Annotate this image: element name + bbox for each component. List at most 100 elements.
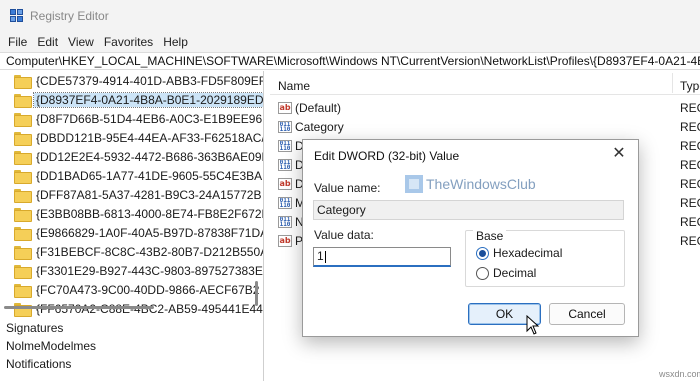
- menu-edit[interactable]: Edit: [32, 35, 63, 49]
- list-item[interactable]: 011110 Category REG: [278, 117, 700, 136]
- radio-hexadecimal[interactable]: Hexadecimal: [476, 246, 562, 260]
- base-legend: Base: [473, 229, 507, 243]
- mouse-pointer-icon: [526, 315, 540, 335]
- tree-item-label: {DBDD121B-95E4-44EA-AF33-F62518AC/: [36, 130, 264, 145]
- tree-item[interactable]: {F31BEBCF-8C8C-43B2-80B7-D212B550A: [14, 242, 264, 261]
- scrollbar-thumb[interactable]: [4, 306, 154, 309]
- binary-value-icon: 011 110: [278, 158, 292, 171]
- folder-icon: [14, 188, 32, 203]
- radio-decimal-label: Decimal: [493, 266, 537, 280]
- value-type: REG: [680, 195, 700, 210]
- tree-item-label: Notifications: [6, 356, 72, 371]
- tree-item-label: {DD1BAD65-1A77-41DE-9605-55C4E3BA: [36, 168, 263, 183]
- tree-item[interactable]: {DFF87A81-5A37-4281-B9C3-24A15772B: [14, 185, 263, 204]
- tree-item-label: {F3301E29-B927-443C-9803-897527383E: [36, 263, 263, 278]
- close-icon[interactable]: ✕: [608, 144, 630, 164]
- value-type: REG: [680, 100, 700, 115]
- menu-help[interactable]: Help: [158, 35, 193, 49]
- tree-item[interactable]: {E9866829-1A0F-40A5-B97D-87838F71DA: [14, 223, 264, 242]
- value-name: Category: [295, 119, 344, 134]
- value-type: REG: [680, 138, 700, 153]
- value-data-label: Value data:: [314, 228, 374, 242]
- tree-item[interactable]: {DD12E2E4-5932-4472-B686-363B6AE09E: [14, 147, 264, 166]
- tree-item-label: {D8937EF4-0A21-4B8A-B0E1-2029189ED: [32, 91, 264, 108]
- base-group: Base Hexadecimal Decimal: [465, 229, 625, 287]
- value-type: REG: [680, 233, 700, 248]
- tree-item[interactable]: {FC70A473-9C00-40DD-9866-AECF67B2: [14, 280, 261, 299]
- value-name-field: Category: [313, 200, 624, 220]
- value-data-input[interactable]: 1: [313, 247, 451, 267]
- window-title: Registry Editor: [30, 9, 109, 23]
- registry-editor-icon: [10, 9, 24, 23]
- tree-vertical-scrollbar[interactable]: [251, 71, 263, 311]
- tree-item-label: {D8F7D66B-51D4-4EB6-A0C3-E1B9EE96E: [36, 111, 264, 126]
- string-value-icon: ab: [278, 101, 292, 114]
- column-header-name[interactable]: Name: [278, 79, 310, 93]
- tree-item-label: {DD12E2E4-5932-4472-B686-363B6AE09E: [36, 149, 264, 164]
- scrollbar-thumb[interactable]: [255, 281, 258, 306]
- binary-value-icon: 011 110: [278, 139, 292, 152]
- value-data-text: 1: [317, 249, 324, 263]
- key-tree: {CDE57379-4914-401D-ABB3-FD5F809EF {D893…: [0, 71, 264, 381]
- tree-item-label: {CDE57379-4914-401D-ABB3-FD5F809EF: [36, 73, 264, 88]
- value-name-label: Value name:: [314, 181, 381, 195]
- value-type: REG: [680, 176, 700, 191]
- folder-icon: [14, 283, 32, 298]
- tree-horizontal-scrollbar[interactable]: [0, 303, 251, 311]
- watermark-logo-icon: [405, 175, 423, 193]
- string-value-icon: ab: [278, 234, 292, 247]
- dialog-title: Edit DWORD (32-bit) Value: [314, 149, 460, 163]
- radio-decimal[interactable]: Decimal: [476, 266, 536, 280]
- folder-icon: [14, 207, 32, 222]
- cancel-button[interactable]: Cancel: [549, 303, 625, 325]
- folder-icon: [14, 226, 32, 241]
- radio-selected-icon[interactable]: [476, 246, 489, 260]
- value-type: REG: [680, 119, 700, 134]
- binary-value-icon: 011 110: [278, 120, 292, 133]
- title-bar: Registry Editor: [0, 0, 700, 32]
- tree-item-notifications[interactable]: Notifications: [4, 354, 73, 373]
- tree-item-label: {E3BB08BB-6813-4000-8E74-FB8E2F672D: [36, 206, 264, 221]
- watermark: TheWindowsClub: [405, 175, 536, 193]
- radio-unselected-icon[interactable]: [476, 266, 489, 280]
- tree-item[interactable]: {E3BB08BB-6813-4000-8E74-FB8E2F672D: [14, 204, 264, 223]
- tree-item[interactable]: {DD1BAD65-1A77-41DE-9605-55C4E3BA: [14, 166, 263, 185]
- tree-item-selected[interactable]: {D8937EF4-0A21-4B8A-B0E1-2029189ED: [14, 90, 264, 109]
- column-header-type[interactable]: Type: [680, 79, 700, 93]
- tree-item-label: {E9866829-1A0F-40A5-B97D-87838F71DA: [36, 225, 264, 240]
- tree-item-signatures[interactable]: Signatures: [4, 318, 65, 337]
- text-caret: [324, 250, 326, 263]
- corner-watermark-text: wsxdn.com: [659, 369, 700, 379]
- tree-item[interactable]: {DBDD121B-95E4-44EA-AF33-F62518AC/: [14, 128, 264, 147]
- list-item[interactable]: ab (Default) REG: [278, 98, 700, 117]
- list-item[interactable]: 011110 M REG: [278, 193, 700, 212]
- menu-favorites[interactable]: Favorites: [99, 35, 158, 49]
- tree-item[interactable]: NolmeModelmes: [4, 336, 98, 355]
- address-bar[interactable]: Computer\HKEY_LOCAL_MACHINE\SOFTWARE\Mic…: [0, 52, 700, 70]
- tree-item[interactable]: {CDE57379-4914-401D-ABB3-FD5F809EF: [14, 71, 264, 90]
- folder-icon: [14, 264, 32, 279]
- list-header: Name Type: [270, 71, 700, 95]
- value-type: REG: [680, 214, 700, 229]
- folder-icon: [14, 150, 32, 165]
- folder-icon: [14, 74, 32, 89]
- folder-icon: [14, 112, 32, 127]
- column-divider[interactable]: [672, 73, 673, 93]
- tree-item[interactable]: {F3301E29-B927-443C-9803-897527383E: [14, 261, 263, 280]
- folder-icon: [14, 93, 32, 108]
- menu-view[interactable]: View: [63, 35, 99, 49]
- binary-value-icon: 011 110: [278, 196, 292, 209]
- value-type: REG: [680, 157, 700, 172]
- tree-item-label: {DFF87A81-5A37-4281-B9C3-24A15772B: [36, 187, 262, 202]
- folder-icon: [14, 245, 32, 260]
- radio-hexadecimal-label: Hexadecimal: [493, 246, 563, 260]
- watermark-text: TheWindowsClub: [426, 176, 536, 192]
- folder-icon: [14, 131, 32, 146]
- tree-item-label: Signatures: [6, 320, 64, 335]
- tree-item[interactable]: {D8F7D66B-51D4-4EB6-A0C3-E1B9EE96E: [14, 109, 264, 128]
- menu-bar: File Edit View Favorites Help: [0, 32, 700, 52]
- menu-file[interactable]: File: [3, 35, 32, 49]
- tree-item-label: {F31BEBCF-8C8C-43B2-80B7-D212B550A: [36, 244, 264, 259]
- binary-value-icon: 011 110: [278, 215, 292, 228]
- tree-item-label: NolmeModelmes: [6, 338, 97, 353]
